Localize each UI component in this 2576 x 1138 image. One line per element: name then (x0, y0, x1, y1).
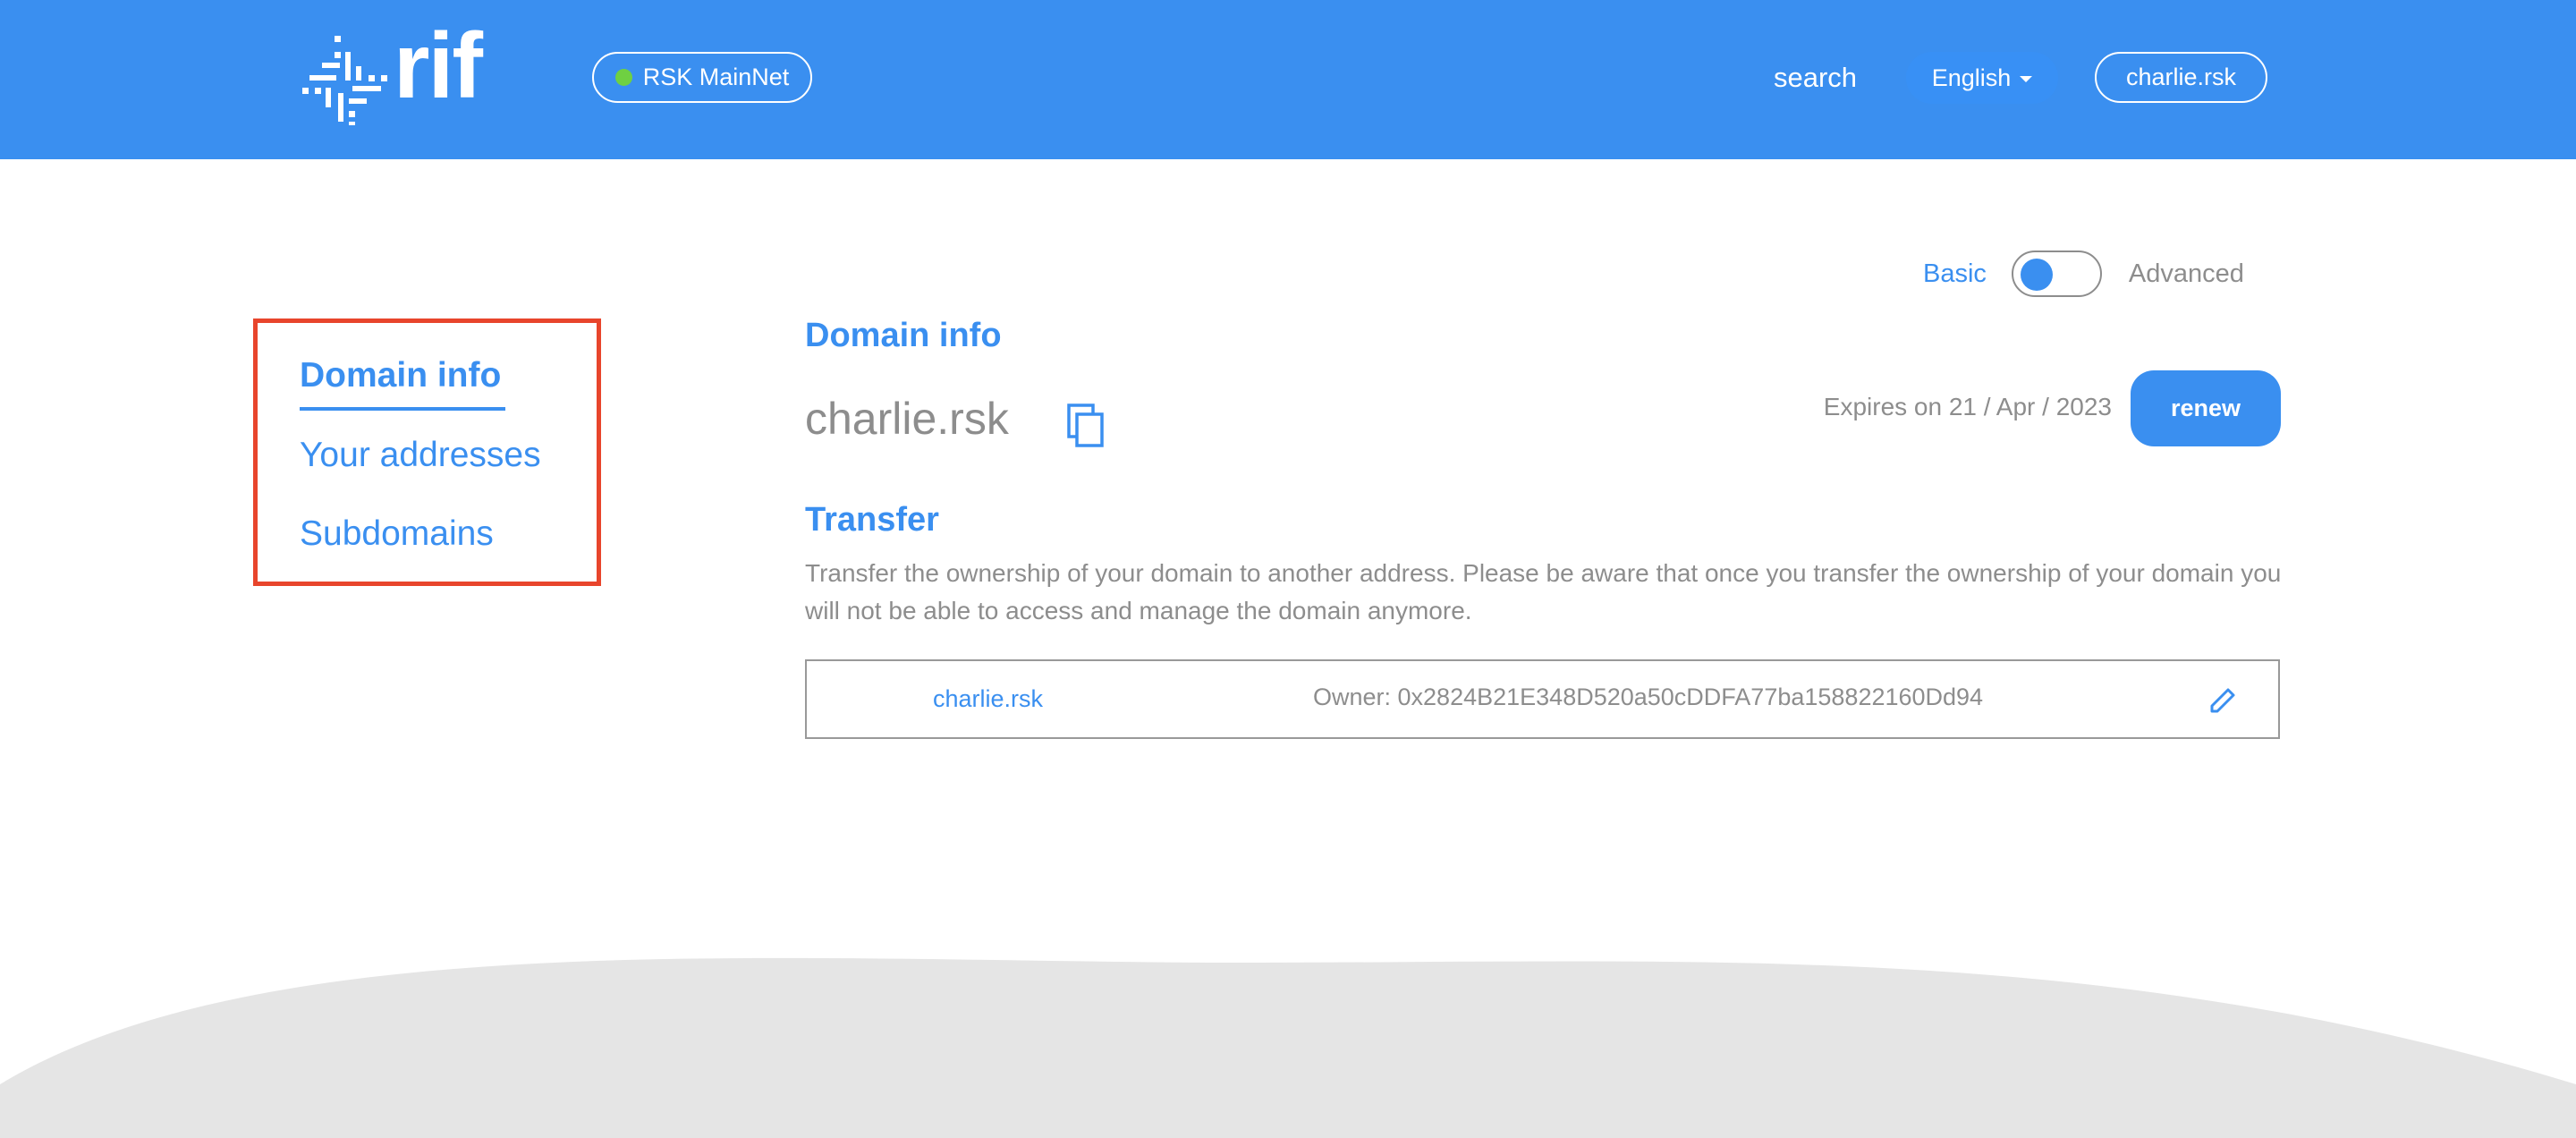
network-indicator: RSK MainNet (592, 52, 812, 103)
transfer-heading: Transfer (805, 501, 939, 539)
mode-basic-label[interactable]: Basic (1923, 259, 1987, 289)
rif-logo-mark-icon (302, 36, 387, 125)
copy-icon[interactable] (1064, 401, 1106, 449)
rif-logo[interactable]: rif (293, 20, 483, 125)
edit-pencil-icon[interactable] (2207, 684, 2239, 717)
domain-info-heading: Domain info (805, 317, 1002, 354)
owner-address: Owner: 0x2824B21E348D520a50cDDFA77ba1588… (1313, 684, 1984, 710)
footer-wave-decoration (0, 957, 2576, 1138)
network-label: RSK MainNet (642, 64, 790, 90)
domain-name: charlie.rsk (805, 394, 1009, 444)
account-label: charlie.rsk (2125, 64, 2237, 90)
network-status-dot-icon (614, 69, 632, 86)
nav-search-link[interactable]: search (1774, 59, 1857, 97)
expiration-date: Expires on 21 / Apr / 2023 (1823, 393, 2112, 420)
owner-domain-link[interactable]: charlie.rsk (933, 683, 1043, 715)
sidebar-item-subdomains[interactable]: Subdomains (300, 514, 494, 554)
sidebar-item-domain-info[interactable]: Domain info (300, 356, 501, 395)
account-button[interactable]: charlie.rsk (2095, 52, 2267, 103)
mode-advanced-label[interactable]: Advanced (2129, 259, 2244, 289)
logo-text: rif (394, 14, 483, 118)
sidebar-nav: Domain info Your addresses Subdomains (253, 318, 601, 586)
language-dropdown[interactable]: English (1906, 52, 2058, 104)
sidebar-item-your-addresses[interactable]: Your addresses (300, 436, 541, 475)
renew-button[interactable]: renew (2131, 370, 2281, 446)
top-navbar: rif RSK MainNet search English charlie.r… (0, 0, 2576, 159)
owner-row: charlie.rsk Owner: 0x2824B21E348D520a50c… (805, 659, 2280, 739)
mode-toggle-row: Basic Advanced (1923, 249, 2244, 299)
toggle-knob (2020, 259, 2053, 291)
language-selected: English (1931, 64, 2012, 91)
active-tab-underline (300, 407, 505, 411)
transfer-description: Transfer the ownership of your domain to… (805, 559, 2282, 624)
caret-down-icon (2020, 75, 2033, 82)
mode-toggle-switch[interactable] (2011, 251, 2102, 297)
